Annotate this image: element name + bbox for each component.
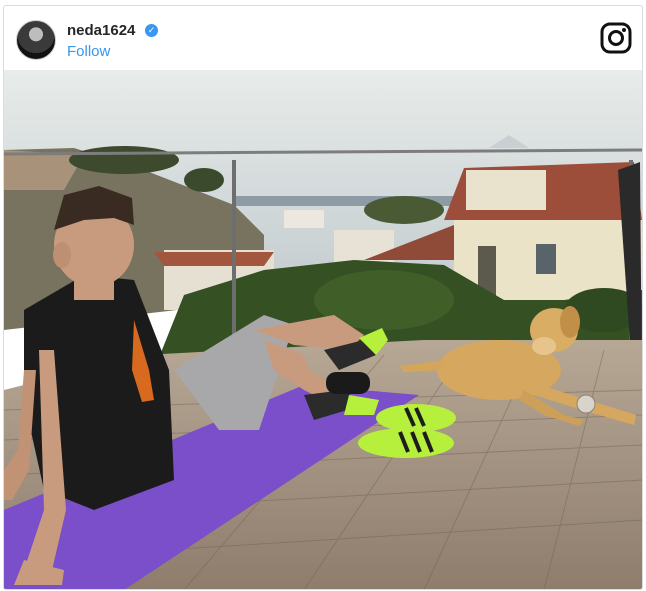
instagram-icon[interactable] bbox=[600, 22, 632, 54]
post-header: neda1624 ✓ Follow bbox=[4, 6, 642, 70]
instagram-post-card: neda1624 ✓ Follow bbox=[3, 5, 643, 590]
username-link[interactable]: neda1624 bbox=[67, 22, 135, 39]
verified-badge-icon: ✓ bbox=[145, 24, 158, 37]
profile-avatar[interactable] bbox=[16, 20, 56, 60]
follow-button[interactable]: Follow bbox=[67, 43, 110, 60]
post-photo[interactable] bbox=[4, 70, 642, 590]
